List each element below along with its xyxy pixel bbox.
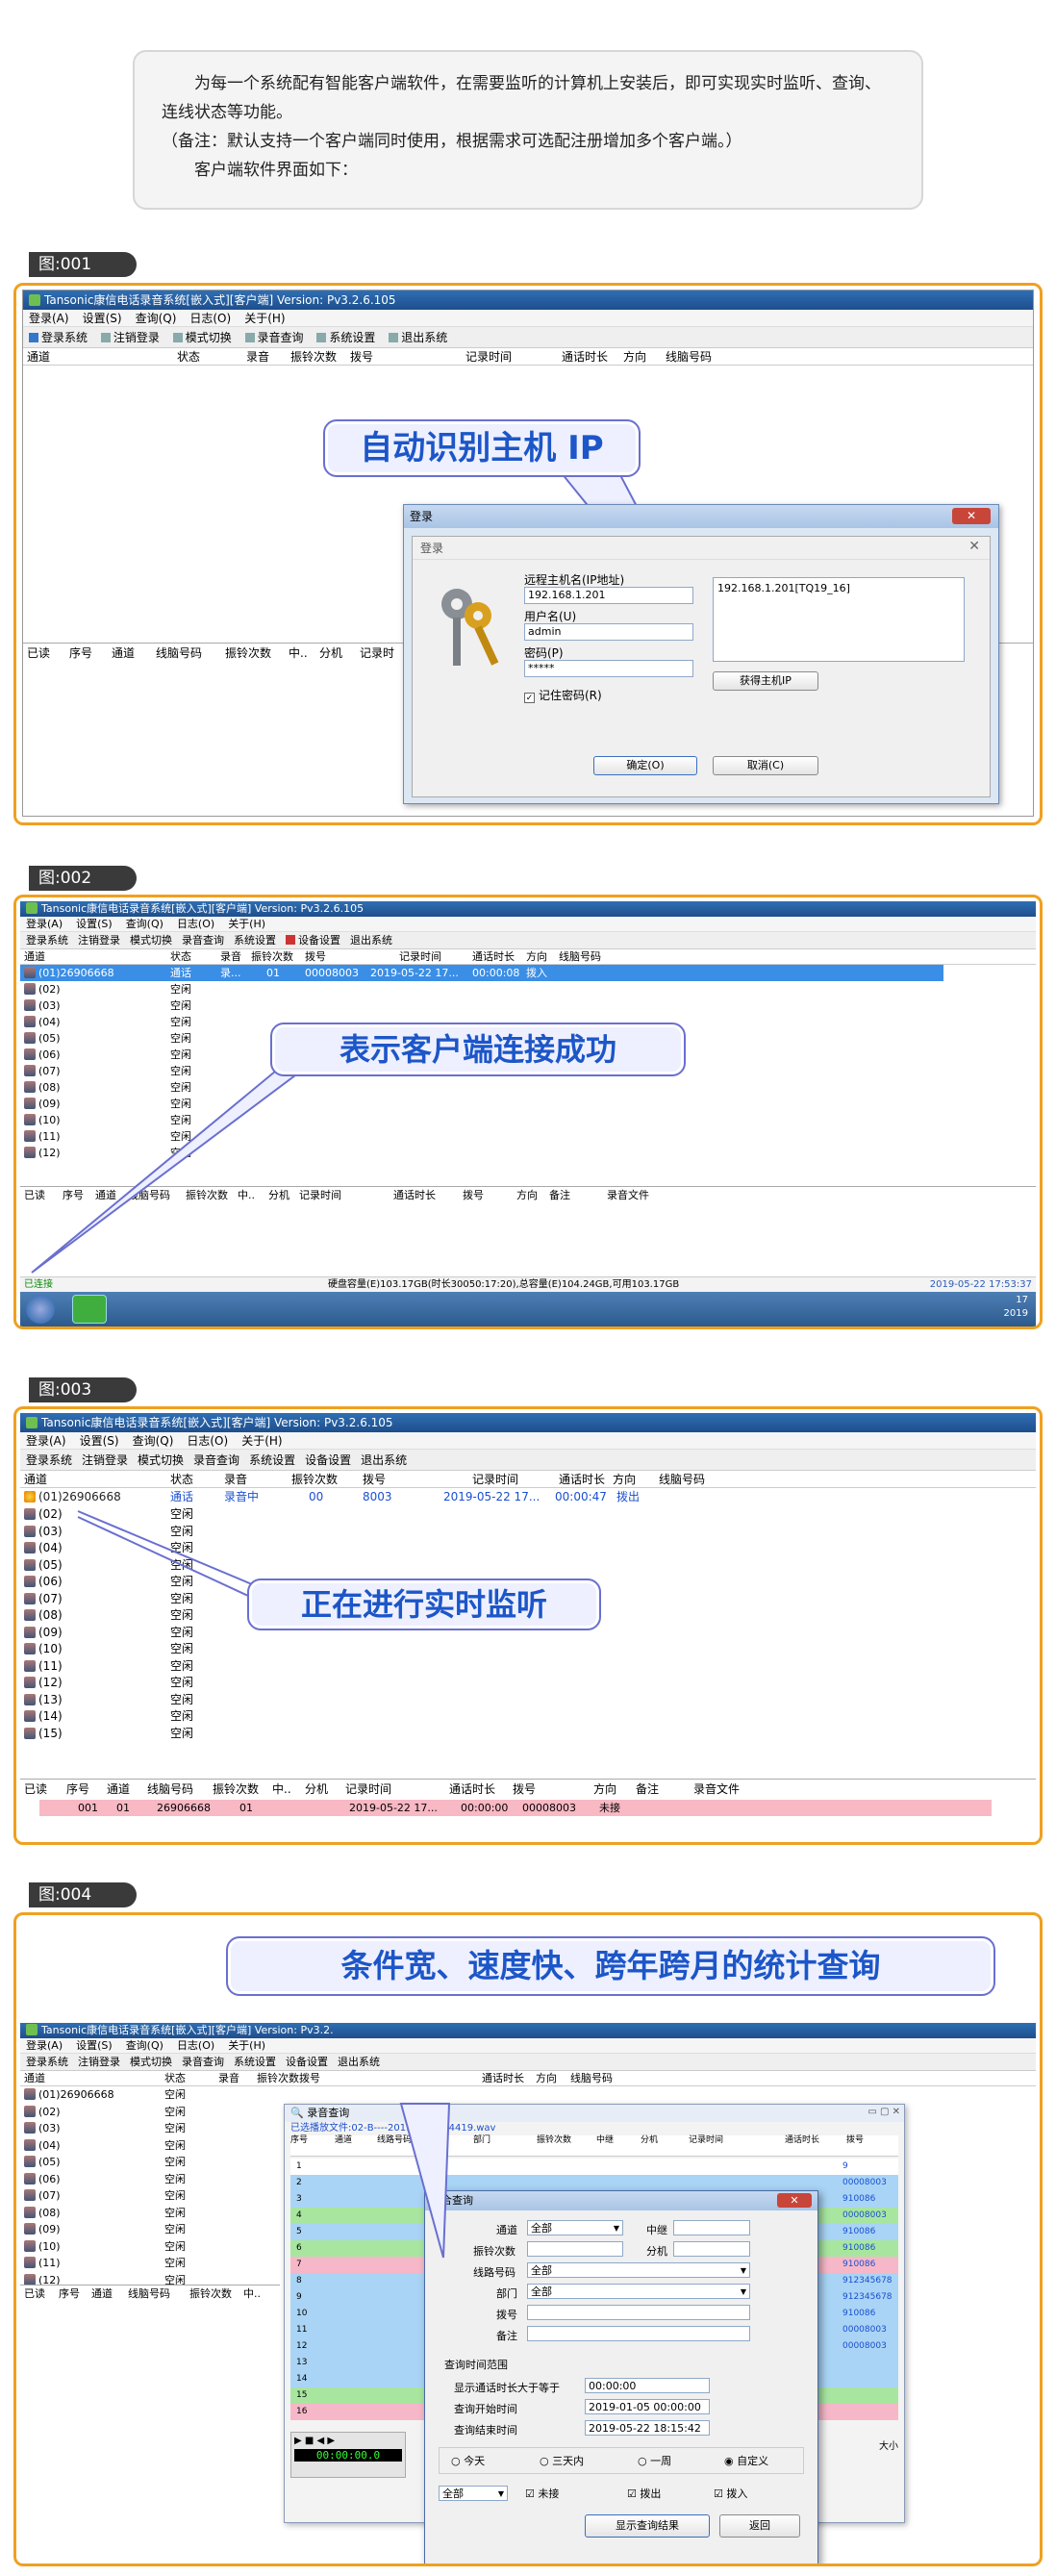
intro-line-1: 为每一个系统配有智能客户端软件，在需要监听的计算机上安装后，即可实现实时监听、查… (162, 74, 881, 122)
password-input[interactable]: ***** (524, 660, 693, 677)
host-label: 远程主机名(IP地址) (524, 573, 625, 587)
intro-note: 为每一个系统配有智能客户端软件，在需要监听的计算机上安装后，即可实现实时监听、查… (133, 50, 923, 210)
callout-connected: 表示客户端连接成功 (270, 1023, 686, 1076)
login-inner-title: 登录 (413, 537, 990, 560)
app-window: Tansonic康信电话录音系统[嵌入式][客户端] Version: Pv3.… (22, 290, 1034, 817)
app-window-4: Tansonic康信电话录音系统[嵌入式][客户端] Version: Pv3.… (20, 2023, 1036, 2563)
start-icon[interactable] (26, 1295, 55, 1324)
intro-line-2: （备注：默认支持一个客户端同时使用，根据需求可选配注册增加多个客户端。） (162, 132, 742, 151)
ok-button[interactable]: 确定(O) (593, 756, 697, 775)
remember-label: 记住密码(R) (539, 689, 602, 702)
app-window-2: Tansonic康信电话录音系统[嵌入式][客户端] Version: Pv3.… (20, 901, 1036, 1326)
figure-tag-4: 图:004 (29, 1882, 137, 1907)
app-window-3: Tansonic康信电话录音系统[嵌入式][客户端] Version: Pv3.… (20, 1413, 1036, 1838)
password-label: 密码(P) (524, 646, 564, 660)
figure-tag-3: 图:003 (29, 1377, 137, 1402)
host-list[interactable]: 192.168.1.201[TQ19_16] (713, 577, 965, 662)
inner-close-icon[interactable]: ✕ (968, 539, 980, 554)
status-bar-2: 已连接 硬盘容量(E)103.17GB(时长30050:17:20),总容量(E… (20, 1276, 1036, 1292)
figure-tag-1: 图:001 (29, 252, 137, 277)
status-time: 2019-05-22 17:53:37 (929, 1279, 1032, 1290)
user-label: 用户名(U) (524, 610, 577, 623)
figure-tag-2: 图:002 (29, 866, 137, 891)
taskbar: 17 2019 (20, 1292, 1036, 1326)
get-ip-button[interactable]: 获得主机IP (713, 671, 818, 691)
login-outer-title: 登录 (404, 505, 998, 528)
callout-pointer-4 (399, 2103, 451, 2259)
host-input[interactable]: 192.168.1.201 (524, 587, 693, 604)
figure-4-frame: 条件宽、速度快、跨年跨月的统计查询 Tansonic康信电话录音系统[嵌入式][… (13, 1912, 1043, 2566)
keys-icon (441, 589, 499, 666)
tray-clock: 17 2019 (1003, 1295, 1028, 1319)
status-connected: 已连接 (24, 1279, 53, 1290)
figure-3-frame: Tansonic康信电话录音系统[嵌入式][客户端] Version: Pv3.… (13, 1406, 1043, 1845)
user-input[interactable]: admin (524, 623, 693, 641)
callout-auto-ip: 自动识别主机 IP (323, 419, 641, 477)
callout-live-monitor: 正在进行实时监听 (247, 1578, 601, 1630)
close-icon[interactable]: ✕ (952, 508, 991, 524)
figure-2-frame: Tansonic康信电话录音系统[嵌入式][客户端] Version: Pv3.… (13, 895, 1043, 1329)
app-taskbar-icon[interactable] (72, 1295, 107, 1324)
remember-checkbox[interactable]: ✓ (524, 693, 535, 703)
figure-1-frame: Tansonic康信电话录音系统[嵌入式][客户端] Version: Pv3.… (13, 283, 1043, 825)
status-disk: 硬盘容量(E)103.17GB(时长30050:17:20),总容量(E)104… (328, 1279, 680, 1290)
login-dialog-outer: 登录 ✕ 登录 ✕ 远程主机名(IP地址) 192.168.1.201 用户名(… (403, 504, 999, 804)
login-dialog-inner: 登录 ✕ 远程主机名(IP地址) 192.168.1.201 用户名(U) ad… (412, 536, 991, 797)
cancel-button[interactable]: 取消(C) (713, 756, 818, 775)
intro-line-3: 客户端软件界面如下： (194, 161, 358, 180)
host-list-item[interactable]: 192.168.1.201[TQ19_16] (717, 582, 850, 594)
callout-pointer-2 (31, 1043, 341, 1274)
remember-row[interactable]: ✓ 记住密码(R) (524, 687, 602, 703)
